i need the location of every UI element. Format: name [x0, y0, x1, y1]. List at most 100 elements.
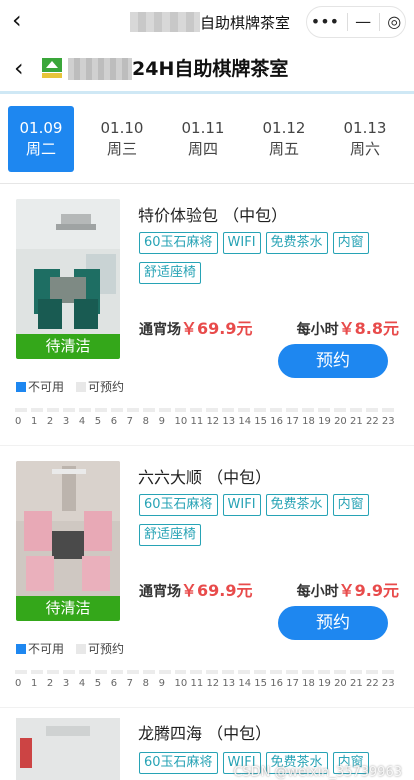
hour-slot	[318, 408, 331, 412]
hour-slot	[46, 408, 59, 412]
date-label: 01.10	[100, 118, 144, 137]
unavailable-label: 不可用	[28, 380, 65, 394]
hour-bars	[15, 670, 398, 674]
hour-slot	[238, 670, 251, 674]
weekday-label: 周二	[25, 139, 56, 158]
hour-label: 7	[126, 416, 134, 427]
hour-slot	[222, 408, 235, 412]
tag: 内窗	[332, 494, 369, 516]
hourly-label: 每小时	[296, 584, 339, 600]
hour-label: 10	[174, 678, 188, 689]
date-tab[interactable]: 01.09 周二	[8, 105, 74, 172]
available-label: 可预约	[88, 642, 125, 656]
room-image	[16, 718, 120, 780]
legend: 不可用 可预约	[16, 378, 124, 395]
hour-label: 6	[110, 416, 118, 427]
minimize-icon[interactable]: —	[355, 14, 371, 30]
hour-labels: 0 1 2 3 4 5 6 7 8 9 10 11 12 13 14 15 16 17 18 19 20 21 22 23	[15, 416, 398, 427]
hour-label: 15	[254, 678, 268, 689]
hour-slot	[78, 408, 91, 412]
close-circle-icon[interactable]: ◎	[387, 14, 401, 30]
hour-slot	[286, 670, 299, 674]
hour-slot	[30, 408, 43, 412]
hour-slot	[126, 670, 139, 674]
hour-label: 19	[318, 678, 331, 689]
date-tab[interactable]: 01.12 周五	[251, 106, 317, 172]
hour-slot	[110, 408, 123, 412]
room-name: 特价体验包 （中包）	[138, 206, 288, 225]
hour-slot	[381, 670, 394, 674]
hour-slot	[350, 408, 362, 412]
room-tags: 60玉石麻将 WIFI 免费茶水 内窗 舒适座椅	[139, 494, 399, 554]
hour-slot	[15, 670, 27, 674]
tag: 60玉石麻将	[139, 494, 218, 516]
status-badge: 待清洁	[16, 596, 120, 621]
hour-label: 21	[350, 678, 363, 689]
hour-labels: 0 1 2 3 4 5 6 7 8 9 10 11 12 13 14 15 16 17 18 19 20 21 22 23	[15, 678, 398, 689]
room-name: 六六大顺 （中包）	[138, 468, 272, 487]
hour-label: 21	[350, 416, 363, 427]
date-tab[interactable]: 01.13 周六	[332, 106, 398, 172]
hour-slot	[254, 670, 267, 674]
hour-slot	[190, 670, 203, 674]
hour-label: 23	[381, 416, 395, 427]
hour-label: 10	[174, 416, 188, 427]
room-image	[16, 199, 120, 334]
unavailable-swatch	[16, 381, 26, 392]
back-arrow-icon[interactable]: ‹	[14, 54, 24, 82]
hour-label: 8	[142, 678, 149, 689]
back-arrow-icon[interactable]: ‹	[12, 8, 22, 32]
hour-label: 5	[94, 678, 102, 689]
hour-slot	[158, 670, 171, 674]
date-label: 01.11	[181, 118, 225, 137]
hour-slot	[318, 670, 331, 674]
available-label: 可预约	[88, 380, 125, 394]
available-swatch	[76, 381, 87, 392]
mini-program-bar: ‹ 自助棋牌茶室 ••• — ◎	[0, 0, 414, 44]
hour-label: 12	[206, 416, 220, 427]
overnight-label: 通宵场	[139, 322, 181, 338]
hour-label: 18	[302, 678, 315, 689]
hourly-price: ￥9.9元	[338, 581, 399, 600]
overnight-price: ￥69.9元	[181, 581, 253, 600]
hourly-price: ￥8.8元	[338, 319, 399, 338]
room-photo[interactable]	[16, 718, 120, 780]
room-card: 龙腾四海 （中包） 60玉石麻将 WIFI 免费茶水 内窗 CSDN @weix…	[0, 708, 414, 780]
hour-label: 19	[318, 416, 331, 427]
bar-title: 自助棋牌茶室	[200, 14, 291, 32]
unavailable-swatch	[16, 643, 26, 654]
room-photo[interactable]: 待清洁	[16, 461, 120, 621]
hour-label: 9	[158, 678, 165, 689]
book-button[interactable]: 预约	[278, 344, 388, 378]
hour-label: 15	[254, 416, 268, 427]
hour-label: 16	[270, 678, 283, 689]
hour-slot	[270, 408, 283, 412]
hour-slot	[365, 408, 378, 412]
hour-slot	[62, 670, 75, 674]
date-label: 01.13	[343, 118, 387, 137]
hour-label: 0	[15, 416, 22, 427]
hour-slot	[206, 670, 219, 674]
hour-label: 14	[238, 678, 252, 689]
room-photo[interactable]: 待清洁	[16, 199, 120, 359]
hour-label: 2	[46, 416, 54, 427]
date-tab[interactable]: 01.10 周三	[89, 106, 155, 172]
hour-label: 17	[286, 678, 299, 689]
hour-slot	[62, 408, 75, 412]
hour-slot	[110, 670, 123, 674]
shop-name: 24H自助棋牌茶室	[132, 58, 289, 80]
book-button[interactable]: 预约	[278, 606, 388, 640]
hour-label: 13	[222, 678, 236, 689]
hour-slot	[30, 670, 43, 674]
hour-slot	[15, 408, 27, 412]
hour-label: 5	[94, 416, 102, 427]
room-name: 龙腾四海 （中包）	[138, 724, 272, 743]
date-tab[interactable]: 01.11 周四	[170, 106, 236, 172]
hour-slot	[238, 408, 251, 412]
blurred-title-prefix	[130, 12, 200, 32]
hour-slot	[270, 670, 283, 674]
more-icon[interactable]: •••	[311, 14, 339, 30]
hour-label: 4	[78, 416, 86, 427]
hour-slot	[334, 408, 347, 412]
capsule-menu: ••• — ◎	[306, 6, 406, 38]
